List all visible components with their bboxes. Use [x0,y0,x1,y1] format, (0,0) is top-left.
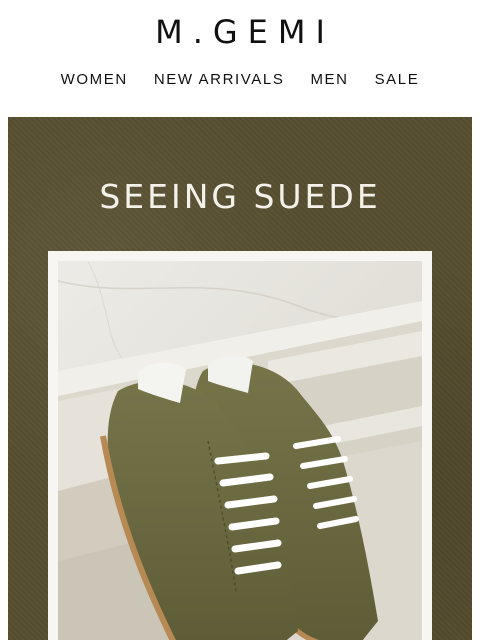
nav-item-women[interactable]: WOMEN [61,70,128,90]
brand-logo[interactable]: M.GEMI [0,14,480,50]
nav-item-sale[interactable]: SALE [375,70,420,90]
main-nav: WOMEN NEW ARRIVALS MEN SALE [0,70,480,90]
sneakers-illustration [58,261,422,640]
hero-banner[interactable]: SEEING SUEDE [8,117,472,640]
hero-title: SEEING SUEDE [99,177,381,216]
hero-image-frame [48,251,432,640]
nav-item-men[interactable]: MEN [310,70,348,90]
nav-item-new-arrivals[interactable]: NEW ARRIVALS [154,70,285,90]
hero-product-image[interactable] [58,261,422,640]
